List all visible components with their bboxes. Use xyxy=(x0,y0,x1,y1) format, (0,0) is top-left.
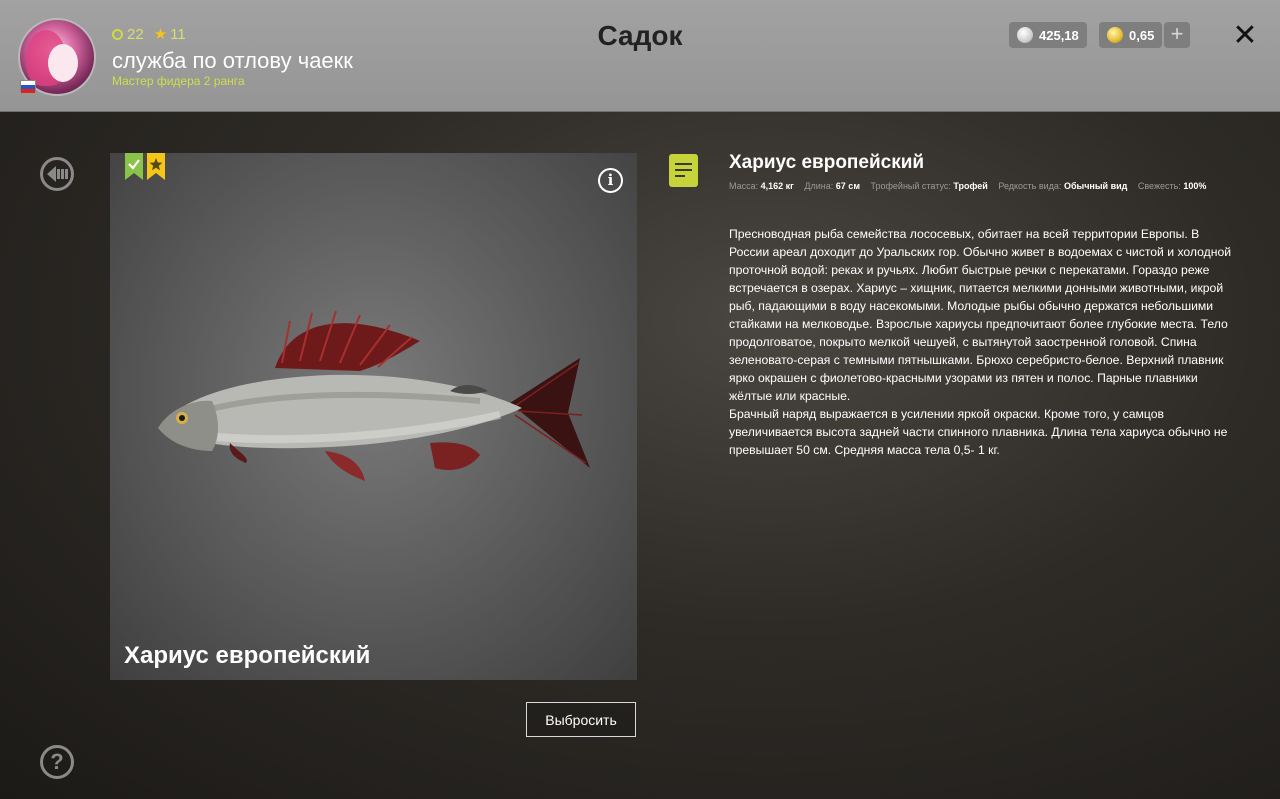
fish-description: Пресноводная рыба семейства лососевых, о… xyxy=(729,225,1239,459)
top-bar: 22 ★ 11 служба по отлову чаекк Мастер фид… xyxy=(0,0,1280,112)
close-button[interactable]: ✕ xyxy=(1229,20,1261,52)
username: служба по отлову чаекк xyxy=(112,48,353,73)
length-value: 67 см xyxy=(835,181,860,191)
discard-button[interactable]: Выбросить xyxy=(526,702,636,737)
fish-title: Хариус европейский xyxy=(729,152,925,173)
info-icon[interactable]: i xyxy=(598,168,623,193)
help-button[interactable]: ? xyxy=(40,745,74,779)
silver-balance: 425,18 xyxy=(1009,22,1087,48)
rarity-value: Обычный вид xyxy=(1063,181,1128,191)
russia-flag-icon xyxy=(20,80,36,93)
trophy-value: Трофей xyxy=(953,181,988,191)
fish-stats: Масса: 4,162 кг Длина: 67 см Трофейный с… xyxy=(729,181,1207,191)
document-icon xyxy=(669,154,698,187)
star-icon: ★ xyxy=(153,26,168,43)
description-paragraph: Пресноводная рыба семейства лососевых, о… xyxy=(729,227,1232,403)
user-stats: 22 ★ 11 xyxy=(112,25,186,43)
user-rank: Мастер фидера 2 ранга xyxy=(112,74,245,88)
mass-value: 4,162 кг xyxy=(760,181,794,191)
level-ring-icon xyxy=(112,28,123,40)
level-badge: 22 xyxy=(112,26,144,43)
caught-bookmark-icon xyxy=(125,153,143,180)
avatar-face xyxy=(48,44,78,82)
gold-coin-icon xyxy=(1107,27,1123,43)
gold-balance: 0,65 xyxy=(1099,22,1163,48)
fish-card: i Хариус европейский xyxy=(110,153,637,680)
freshness-value: 100% xyxy=(1183,181,1207,191)
fish-card-name: Хариус европейский xyxy=(124,642,371,669)
silver-coin-icon xyxy=(1017,27,1033,43)
grayling-fish-image xyxy=(158,310,590,481)
add-currency-button[interactable]: + xyxy=(1164,22,1190,48)
back-button[interactable] xyxy=(40,157,74,191)
description-paragraph: Брачный наряд выражается в усилении ярко… xyxy=(729,407,1228,457)
trophy-bookmark-icon xyxy=(147,153,165,180)
stars-badge: ★ 11 xyxy=(153,26,186,43)
back-arrow-icon xyxy=(47,166,68,182)
